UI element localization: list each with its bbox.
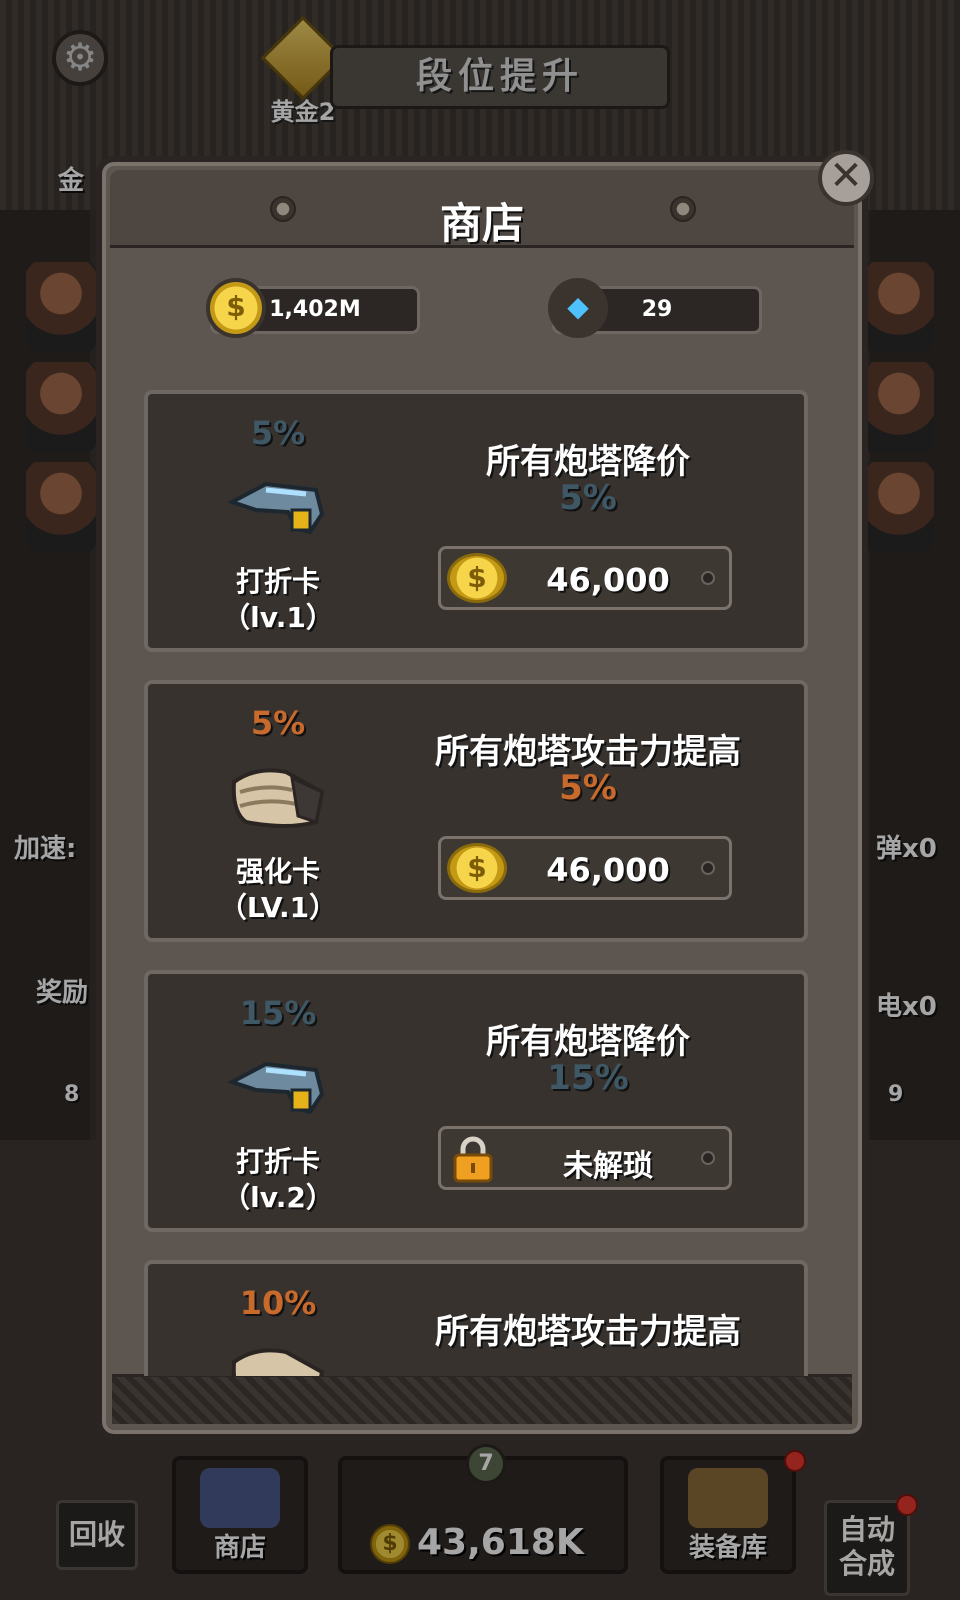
- item-price: 46,000: [546, 851, 670, 889]
- close-button[interactable]: ✕: [818, 150, 874, 206]
- gem-balance-value: 29: [641, 297, 673, 322]
- item-name-line1: 强化卡: [235, 855, 320, 888]
- locked-label: 未解琐: [563, 1149, 653, 1184]
- coin-icon: $: [447, 843, 507, 893]
- discount-card-icon: [226, 1061, 325, 1115]
- power-card-icon: [231, 1348, 325, 1376]
- shop-item-card: 5% 强化卡 （LV.1） 所有炮塔攻击力提高 5% $ 46,000: [144, 680, 808, 942]
- lock-icon: [453, 1136, 493, 1183]
- shop-footer: [112, 1374, 852, 1424]
- item-effect-percent: 15%: [547, 1058, 629, 1098]
- rivet-icon: [701, 571, 715, 585]
- shop-item-card: 10% 所有炮塔攻击力提高: [144, 1260, 808, 1376]
- item-name-line1: 打折卡: [235, 1145, 320, 1178]
- buy-button[interactable]: $ 46,000: [438, 836, 732, 900]
- shop-item-card: 5% 打折卡 （lv.1） 所有炮塔降价 5% $ 46,000: [144, 390, 808, 652]
- item-name-line1: 打折卡: [235, 565, 320, 598]
- gem-icon: ◆: [548, 278, 608, 338]
- coin-icon: $: [447, 553, 507, 603]
- item-name: 强化卡 （LV.1）: [188, 854, 368, 926]
- rivet-icon: [701, 861, 715, 875]
- buy-button[interactable]: $ 46,000: [438, 546, 732, 610]
- shop-item-list[interactable]: 5% 打折卡 （lv.1） 所有炮塔降价 5% $ 46,000 5% 强化卡 …: [140, 384, 824, 1376]
- item-level: （lv.2）: [222, 1181, 334, 1214]
- shop-title: 商店: [439, 199, 524, 248]
- item-level: （lv.1）: [222, 601, 334, 634]
- item-name: 打折卡 （lv.1）: [188, 564, 368, 636]
- power-card-icon: [231, 768, 325, 828]
- rivet-icon: [701, 1151, 715, 1165]
- coin-balance-value: 1,402M: [269, 297, 361, 322]
- item-description: 所有炮塔攻击力提高: [435, 1312, 741, 1352]
- item-description: 所有炮塔降价: [486, 442, 690, 482]
- item-percent: 15%: [239, 994, 317, 1032]
- coin-icon: $: [206, 278, 266, 338]
- item-percent: 5%: [250, 414, 306, 452]
- locked-button[interactable]: 未解琐: [438, 1126, 732, 1190]
- discount-card-icon: [226, 481, 325, 535]
- item-effect-percent: 5%: [559, 768, 617, 808]
- item-percent: 5%: [250, 704, 306, 742]
- item-name: 打折卡 （lv.2）: [188, 1144, 368, 1216]
- shop-header: 商店: [110, 170, 854, 248]
- item-percent: 10%: [239, 1284, 317, 1322]
- item-price: 46,000: [546, 561, 670, 599]
- item-level: （LV.1）: [218, 891, 338, 924]
- close-icon: ✕: [829, 153, 863, 199]
- shop-item-card: 15% 打折卡 （lv.2） 所有炮塔降价 15% 未解琐: [144, 970, 808, 1232]
- item-effect-percent: 5%: [559, 478, 617, 518]
- item-description: 所有炮塔攻击力提高: [435, 732, 741, 772]
- item-description: 所有炮塔降价: [486, 1022, 690, 1062]
